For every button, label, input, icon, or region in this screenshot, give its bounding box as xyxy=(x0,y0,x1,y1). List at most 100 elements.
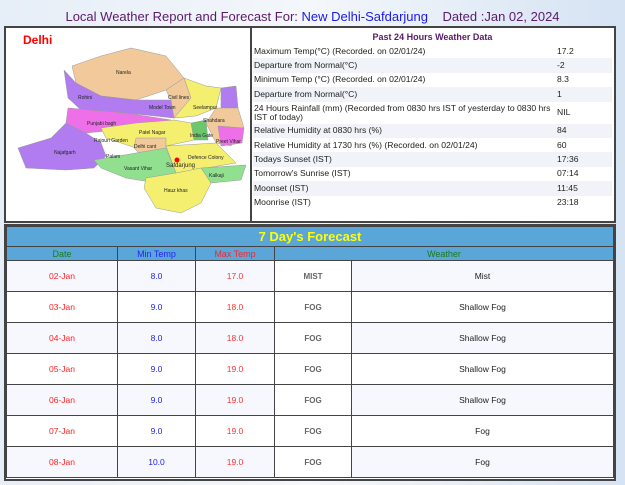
map-label: Safdarjung xyxy=(166,163,196,169)
past-data-row: Relative Humidity at 1730 hrs (%) (Recor… xyxy=(253,138,612,152)
map-label: Kalkaji xyxy=(209,173,224,179)
map-label: Preet Vihar xyxy=(216,139,241,145)
map-label: Punjabi bagh xyxy=(87,121,117,127)
past-label: Tomorrow's Sunrise (IST) xyxy=(254,168,351,179)
forecast-date: 04-Jan xyxy=(6,322,118,354)
past-24h-table: Past 24 Hours Weather Data Maximum Temp(… xyxy=(253,29,612,210)
past-24h-title: Past 24 Hours Weather Data xyxy=(372,31,493,42)
forecast-max: 18.0 xyxy=(195,291,275,323)
page-title: Local Weather Report and Forecast For: N… xyxy=(0,9,625,24)
forecast-weather: Shallow Fog xyxy=(351,384,614,416)
past-data-row: Departure from Normal(°C) 1 xyxy=(253,87,612,102)
past-data-row: Maximum Temp(°C) (Recorded. on 02/01/24)… xyxy=(253,44,612,58)
report-date: Dated :Jan 02, 2024 xyxy=(442,9,560,24)
map-label: Vasant Vihar xyxy=(124,166,153,172)
weather-icon: MIST xyxy=(274,260,352,292)
forecast-panel: 7 Day's Forecast Date Min Temp Max Temp … xyxy=(4,224,616,481)
current-panel: Delhi Narela Rohini Civil lines Model To… xyxy=(4,26,616,223)
forecast-weather: Fog xyxy=(351,415,614,447)
forecast-row: 06-Jan 9.0 19.0 FOG Shallow Fog xyxy=(6,384,614,416)
forecast-weather: Mist xyxy=(351,260,614,292)
map-label: Defence Colony xyxy=(188,155,224,161)
forecast-title: 7 Day's Forecast xyxy=(6,226,614,247)
forecast-date: 02-Jan xyxy=(6,260,118,292)
past-value: 1 xyxy=(556,87,612,102)
past-24h-panel: Past 24 Hours Weather Data Maximum Temp(… xyxy=(252,28,614,221)
forecast-row: 05-Jan 9.0 19.0 FOG Shallow Fog xyxy=(6,353,614,385)
past-label: Moonset (IST) xyxy=(253,181,556,196)
delhi-map: Delhi Narela Rohini Civil lines Model To… xyxy=(6,28,252,221)
forecast-date: 08-Jan xyxy=(6,446,118,478)
col-weather: Weather xyxy=(274,246,614,261)
past-label: 24 Hours Rainfall (mm) (Recorded from 08… xyxy=(254,102,551,122)
col-max-temp: Max Temp xyxy=(195,246,275,261)
weather-icon: FOG xyxy=(274,415,352,447)
station-name: New Delhi-Safdarjung xyxy=(301,9,428,24)
past-label: Departure from Normal(°C) xyxy=(253,58,556,73)
map-label: Rajouri Garden xyxy=(94,138,128,144)
past-data-row: Todays Sunset (IST) 17:36 xyxy=(253,152,612,167)
map-label: Narela xyxy=(116,70,131,76)
forecast-weather: Shallow Fog xyxy=(351,353,614,385)
forecast-min: 8.0 xyxy=(117,322,196,354)
past-value: 17:36 xyxy=(556,152,612,167)
forecast-row: 03-Jan 9.0 18.0 FOG Shallow Fog xyxy=(6,291,614,323)
map-label: India Gate xyxy=(190,133,214,139)
past-label: Moonrise (IST) xyxy=(254,197,311,208)
forecast-row: 04-Jan 8.0 18.0 FOG Shallow Fog xyxy=(6,322,614,354)
map-label: Shahdara xyxy=(203,118,225,124)
forecast-max: 19.0 xyxy=(195,384,275,416)
past-data-row: Departure from Normal(°C) -2 xyxy=(253,58,612,73)
map-label: Delhi cant xyxy=(134,144,157,150)
forecast-min: 8.0 xyxy=(117,260,196,292)
forecast-row: 02-Jan 8.0 17.0 MIST Mist xyxy=(6,260,614,292)
weather-icon: FOG xyxy=(274,291,352,323)
past-value: 60 xyxy=(557,139,567,150)
weather-icon: FOG xyxy=(274,446,352,478)
forecast-max: 18.0 xyxy=(195,322,275,354)
map-label: Model Town xyxy=(149,105,176,111)
past-value: 23:18 xyxy=(557,197,579,208)
forecast-weather: Shallow Fog xyxy=(351,291,614,323)
forecast-date: 07-Jan xyxy=(6,415,118,447)
forecast-weather: Shallow Fog xyxy=(351,322,614,354)
forecast-max: 19.0 xyxy=(195,353,275,385)
forecast-date: 03-Jan xyxy=(6,291,118,323)
weather-icon: FOG xyxy=(274,353,352,385)
forecast-min: 9.0 xyxy=(117,291,196,323)
past-data-row: Minimum Temp (°C) (Recorded. on 02/01/24… xyxy=(253,73,612,87)
forecast-row: 08-Jan 10.0 19.0 FOG Fog xyxy=(6,446,614,478)
past-data-row: Relative Humidity at 0830 hrs (%) 84 xyxy=(253,123,612,138)
forecast-max: 17.0 xyxy=(195,260,275,292)
forecast-min: 9.0 xyxy=(117,384,196,416)
forecast-min: 9.0 xyxy=(117,353,196,385)
weather-icon: FOG xyxy=(274,384,352,416)
past-value: 07:14 xyxy=(557,168,579,179)
past-value: NIL xyxy=(557,107,571,118)
forecast-date: 06-Jan xyxy=(6,384,118,416)
past-value: 17.2 xyxy=(557,45,574,56)
map-label: Rohini xyxy=(78,95,93,101)
past-value: 11:45 xyxy=(556,181,612,196)
map-label: Patel Nagar xyxy=(139,130,166,136)
past-value: -2 xyxy=(556,58,612,73)
forecast-max: 19.0 xyxy=(195,415,275,447)
map-label: Palam xyxy=(106,154,121,160)
col-date: Date xyxy=(6,246,118,261)
district-map-graphic xyxy=(17,47,247,214)
forecast-row: 07-Jan 9.0 19.0 FOG Fog xyxy=(6,415,614,447)
past-data-row: Tomorrow's Sunrise (IST) 07:14 xyxy=(253,167,612,181)
past-value: 8.3 xyxy=(557,74,569,85)
past-data-row: Moonrise (IST) 23:18 xyxy=(253,196,612,210)
past-data-row: 24 Hours Rainfall (mm) (Recorded from 08… xyxy=(253,102,612,124)
past-value: 84 xyxy=(556,123,612,138)
forecast-min: 9.0 xyxy=(117,415,196,447)
past-label: Maximum Temp(°C) (Recorded. on 02/01/24) xyxy=(254,45,426,56)
title-prefix: Local Weather Report and Forecast For: xyxy=(65,9,298,24)
past-label: Minimum Temp (°C) (Recorded. on 02/01/24… xyxy=(254,74,426,85)
weather-icon: FOG xyxy=(274,322,352,354)
past-label: Todays Sunset (IST) xyxy=(253,152,556,167)
map-label: Civil lines xyxy=(168,95,190,101)
forecast-date: 05-Jan xyxy=(6,353,118,385)
map-label: Hauz khas xyxy=(164,188,188,194)
